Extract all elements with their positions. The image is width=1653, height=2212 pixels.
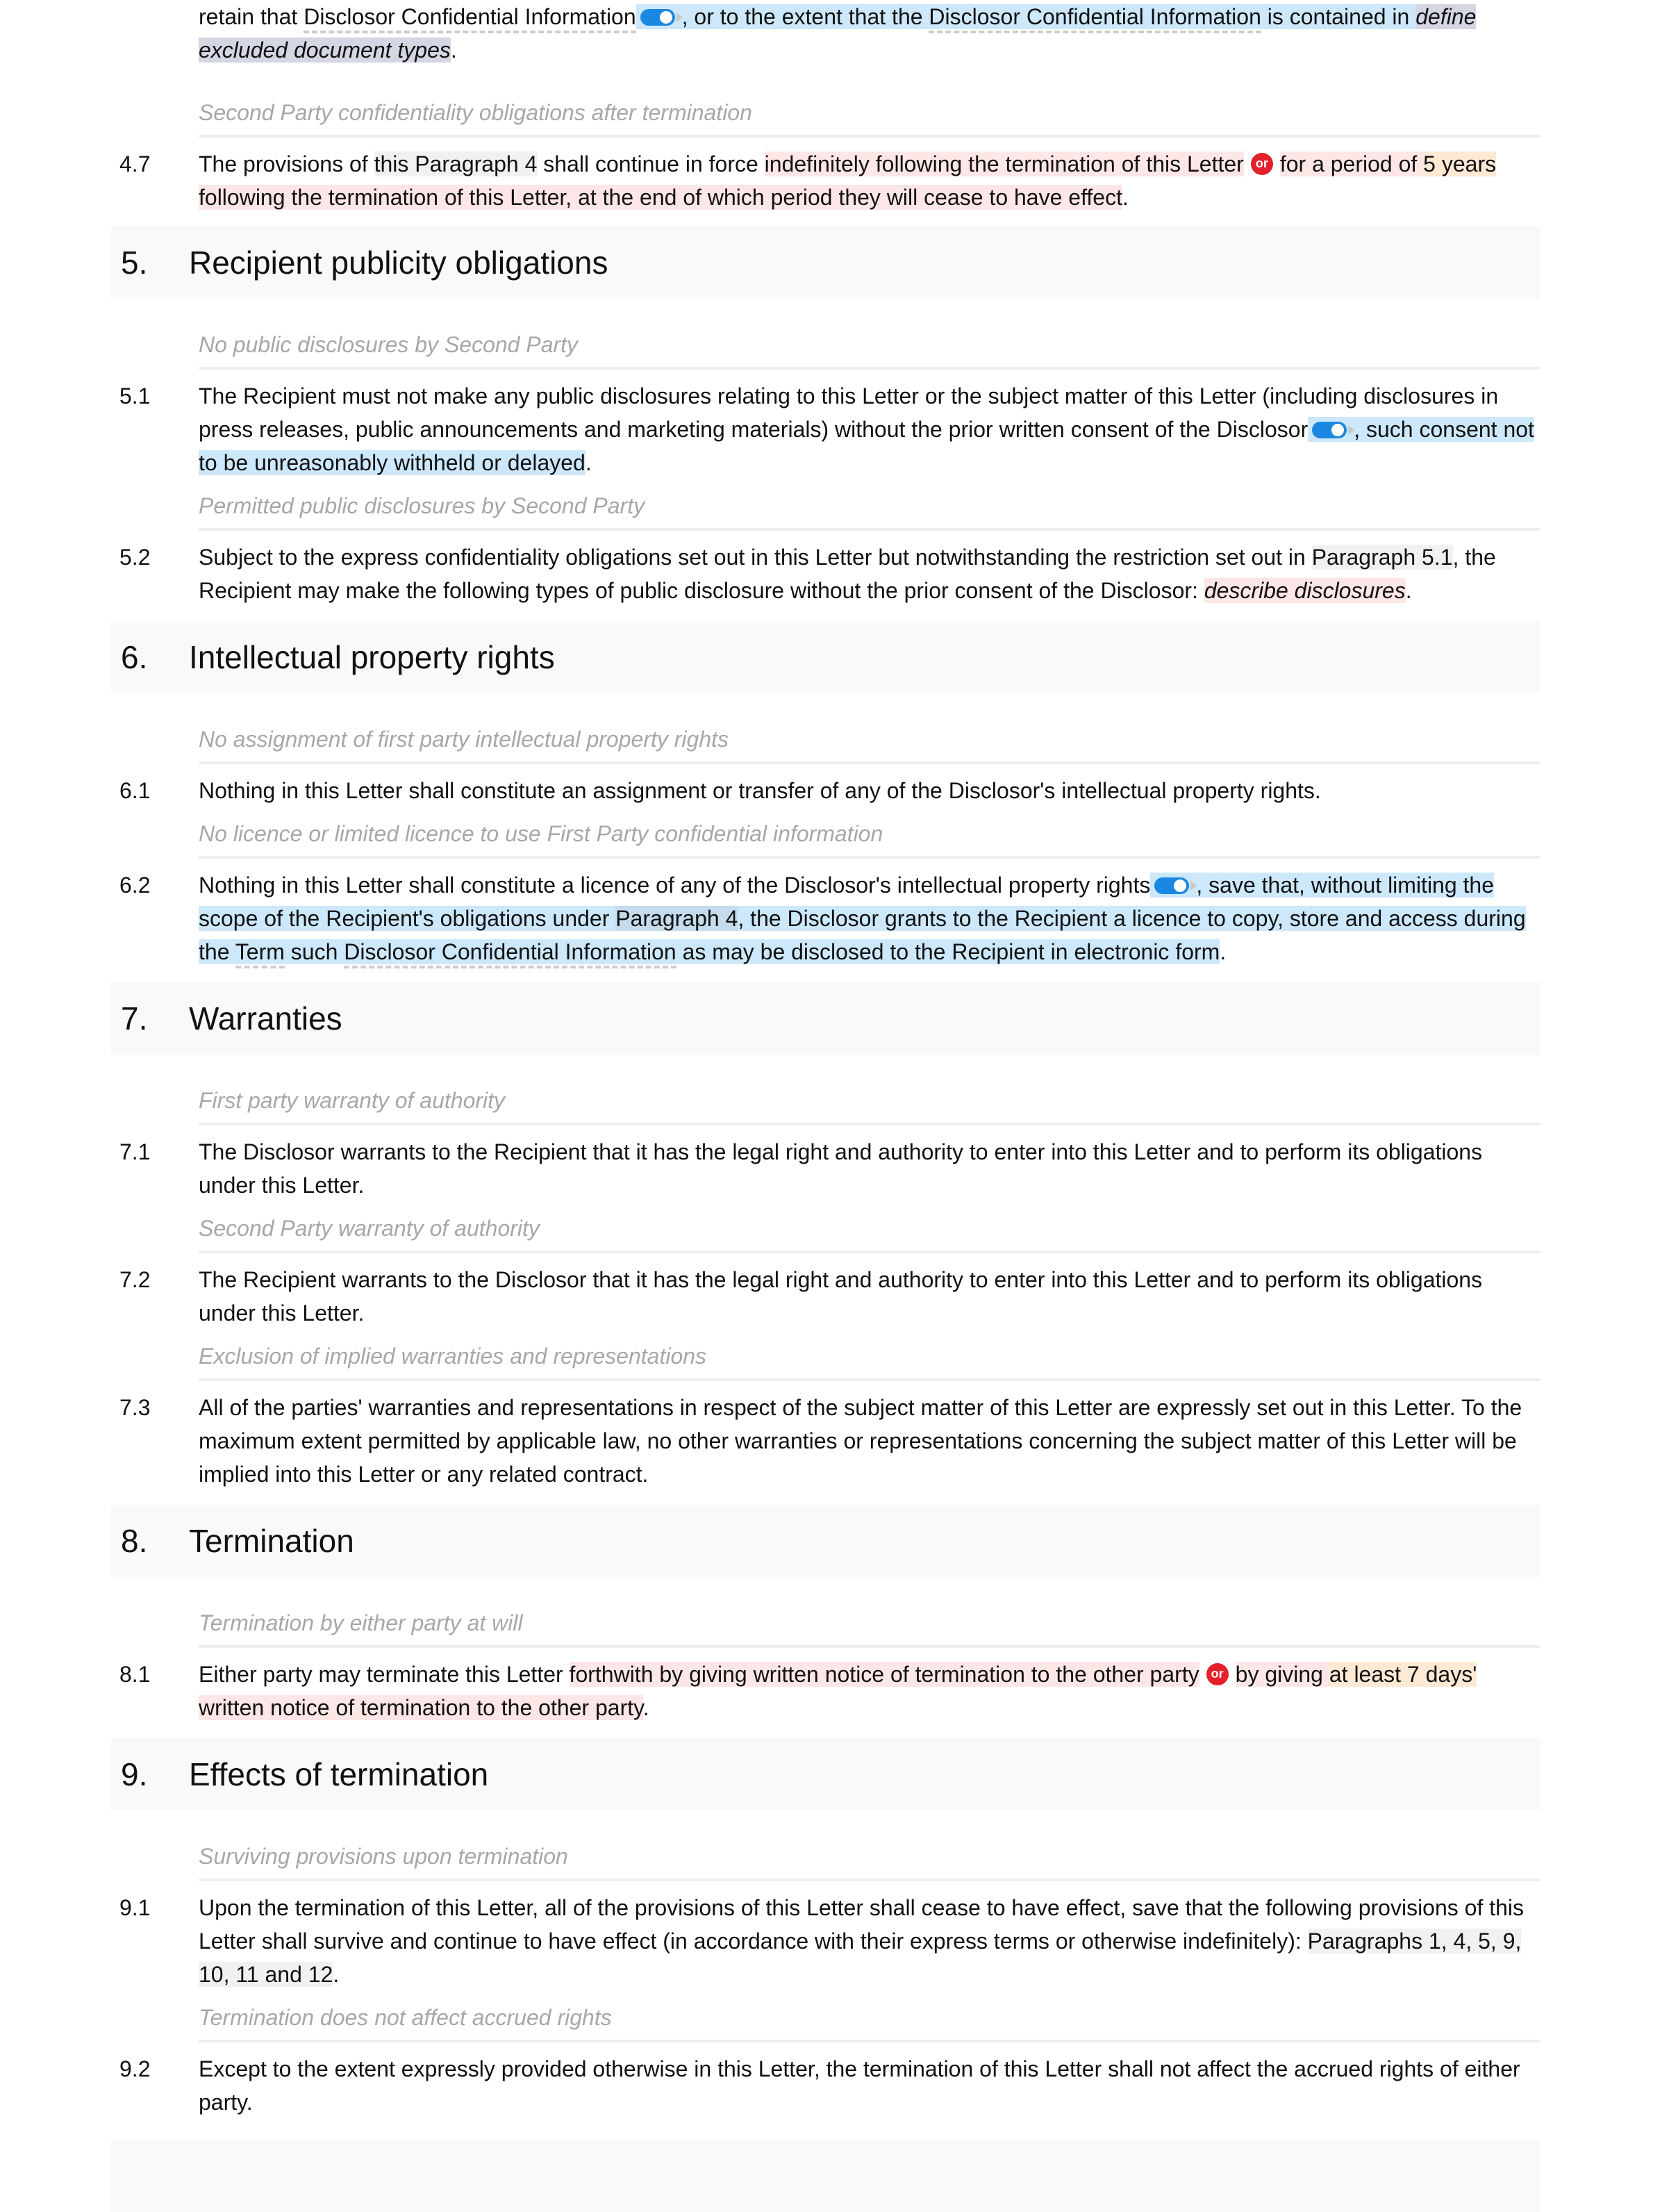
- section-number: 9.: [121, 1756, 148, 1792]
- toggle-knob-icon: [1174, 879, 1187, 892]
- document-page: retain that Disclosor Confidential Infor…: [111, 0, 1540, 2212]
- alternative-option-1[interactable]: forthwith by giving written notice of te…: [569, 1662, 1199, 1687]
- clause-7-3: 7.3 All of the parties' warranties and r…: [111, 1391, 1540, 1491]
- optional-toggle[interactable]: [1154, 877, 1197, 894]
- clause-number: 6.1: [119, 778, 151, 803]
- clause-9-2: 9.2 Except to the extent expressly provi…: [111, 2052, 1540, 2119]
- cross-reference[interactable]: Paragraph 5.1: [1311, 545, 1453, 570]
- section-number: 5.: [121, 245, 148, 281]
- section-title: Termination: [189, 1523, 354, 1559]
- section-heading-6: 6. Intellectual property rights: [111, 621, 1540, 693]
- clause-number: 8.1: [119, 1662, 151, 1687]
- expand-arrow-icon[interactable]: [676, 12, 683, 22]
- clause-8-1: 8.1 Either party may terminate this Lett…: [111, 1658, 1540, 1724]
- section-number: 8.: [121, 1523, 148, 1559]
- section-title: Effects of termination: [189, 1756, 489, 1792]
- clause-4-7: 4.7 The provisions of this Paragraph 4 s…: [111, 147, 1540, 214]
- clause-note: Second Party warranty of authority: [199, 1213, 1540, 1253]
- optional-toggle[interactable]: [1312, 421, 1355, 438]
- clause-6-2: 6.2 Nothing in this Letter shall constit…: [111, 868, 1540, 968]
- clause-7-1: 7.1 The Disclosor warrants to the Recipi…: [111, 1135, 1540, 1202]
- clause-5-2: 5.2 Subject to the express confidentiali…: [111, 540, 1540, 607]
- clause-number: 4.7: [119, 151, 151, 176]
- section-heading-5: 5. Recipient publicity obligations: [111, 226, 1540, 299]
- section-heading-7: 7. Warranties: [111, 982, 1540, 1055]
- clause-note: Exclusion of implied warranties and repr…: [199, 1341, 1540, 1381]
- section-heading-next: [111, 2140, 1540, 2212]
- expand-arrow-icon[interactable]: [1190, 880, 1197, 891]
- clause-number: 5.1: [119, 383, 151, 408]
- clause-note: Termination by either party at will: [199, 1608, 1540, 1648]
- section-title: Intellectual property rights: [189, 639, 555, 675]
- defined-term[interactable]: Disclosor Confidential Information: [929, 4, 1261, 33]
- cross-reference[interactable]: this Paragraph 4: [374, 151, 538, 176]
- or-badge-icon[interactable]: or: [1206, 1662, 1229, 1685]
- defined-term[interactable]: Term: [235, 939, 285, 968]
- clause-6-1: 6.1 Nothing in this Letter shall constit…: [111, 774, 1540, 807]
- optional-toggle[interactable]: [640, 8, 683, 26]
- section-number: 6.: [121, 639, 148, 675]
- clause-note: No assignment of first party intellectua…: [199, 724, 1540, 764]
- defined-term[interactable]: Disclosor Confidential Information: [304, 4, 636, 33]
- alternative-option-1[interactable]: indefinitely following the termination o…: [764, 151, 1244, 176]
- section-heading-9: 9. Effects of termination: [111, 1738, 1540, 1810]
- clause-number: 6.2: [119, 873, 151, 898]
- variable-field[interactable]: at least 7 days': [1329, 1662, 1477, 1687]
- clause-number: 7.2: [119, 1267, 151, 1292]
- clause-number: 9.2: [119, 2056, 151, 2081]
- section-heading-8: 8. Termination: [111, 1505, 1540, 1577]
- variable-field[interactable]: 5 years: [1423, 151, 1497, 176]
- clause-note: No public disclosures by Second Party: [199, 329, 1540, 370]
- clause-7-2: 7.2 The Recipient warrants to the Disclo…: [111, 1263, 1540, 1330]
- clause-note: Permitted public disclosures by Second P…: [199, 490, 1540, 531]
- section-title: Warranties: [189, 1000, 342, 1037]
- placeholder-field[interactable]: describe disclosures: [1204, 578, 1406, 603]
- clause-number: 9.1: [119, 1895, 151, 1920]
- toggle-knob-icon: [1331, 423, 1345, 436]
- section-number: 7.: [121, 1000, 148, 1037]
- toggle-knob-icon: [659, 10, 672, 24]
- clause-note: No licence or limited licence to use Fir…: [199, 818, 1540, 859]
- expand-arrow-icon[interactable]: [1348, 424, 1355, 435]
- or-badge-icon[interactable]: or: [1250, 152, 1273, 175]
- defined-term[interactable]: Disclosor Confidential Information: [344, 939, 676, 968]
- clause-number: 7.3: [119, 1395, 151, 1420]
- clause-9-1: 9.1 Upon the termination of this Letter,…: [111, 1891, 1540, 1991]
- clause-5-1: 5.1 The Recipient must not make any publ…: [111, 379, 1540, 479]
- clause-4-6-continuation: retain that Disclosor Confidential Infor…: [199, 4, 1477, 63]
- clause-note: Second Party confidentiality obligations…: [199, 97, 1540, 138]
- clause-number: 5.2: [119, 545, 151, 570]
- clause-note: Surviving provisions upon termination: [199, 1841, 1540, 1881]
- clause-number: 7.1: [119, 1139, 151, 1164]
- section-title: Recipient publicity obligations: [189, 245, 608, 281]
- cross-reference[interactable]: Paragraph 4: [615, 906, 738, 931]
- clause-note: First party warranty of authority: [199, 1085, 1540, 1125]
- clause-note: Termination does not affect accrued righ…: [199, 2002, 1540, 2042]
